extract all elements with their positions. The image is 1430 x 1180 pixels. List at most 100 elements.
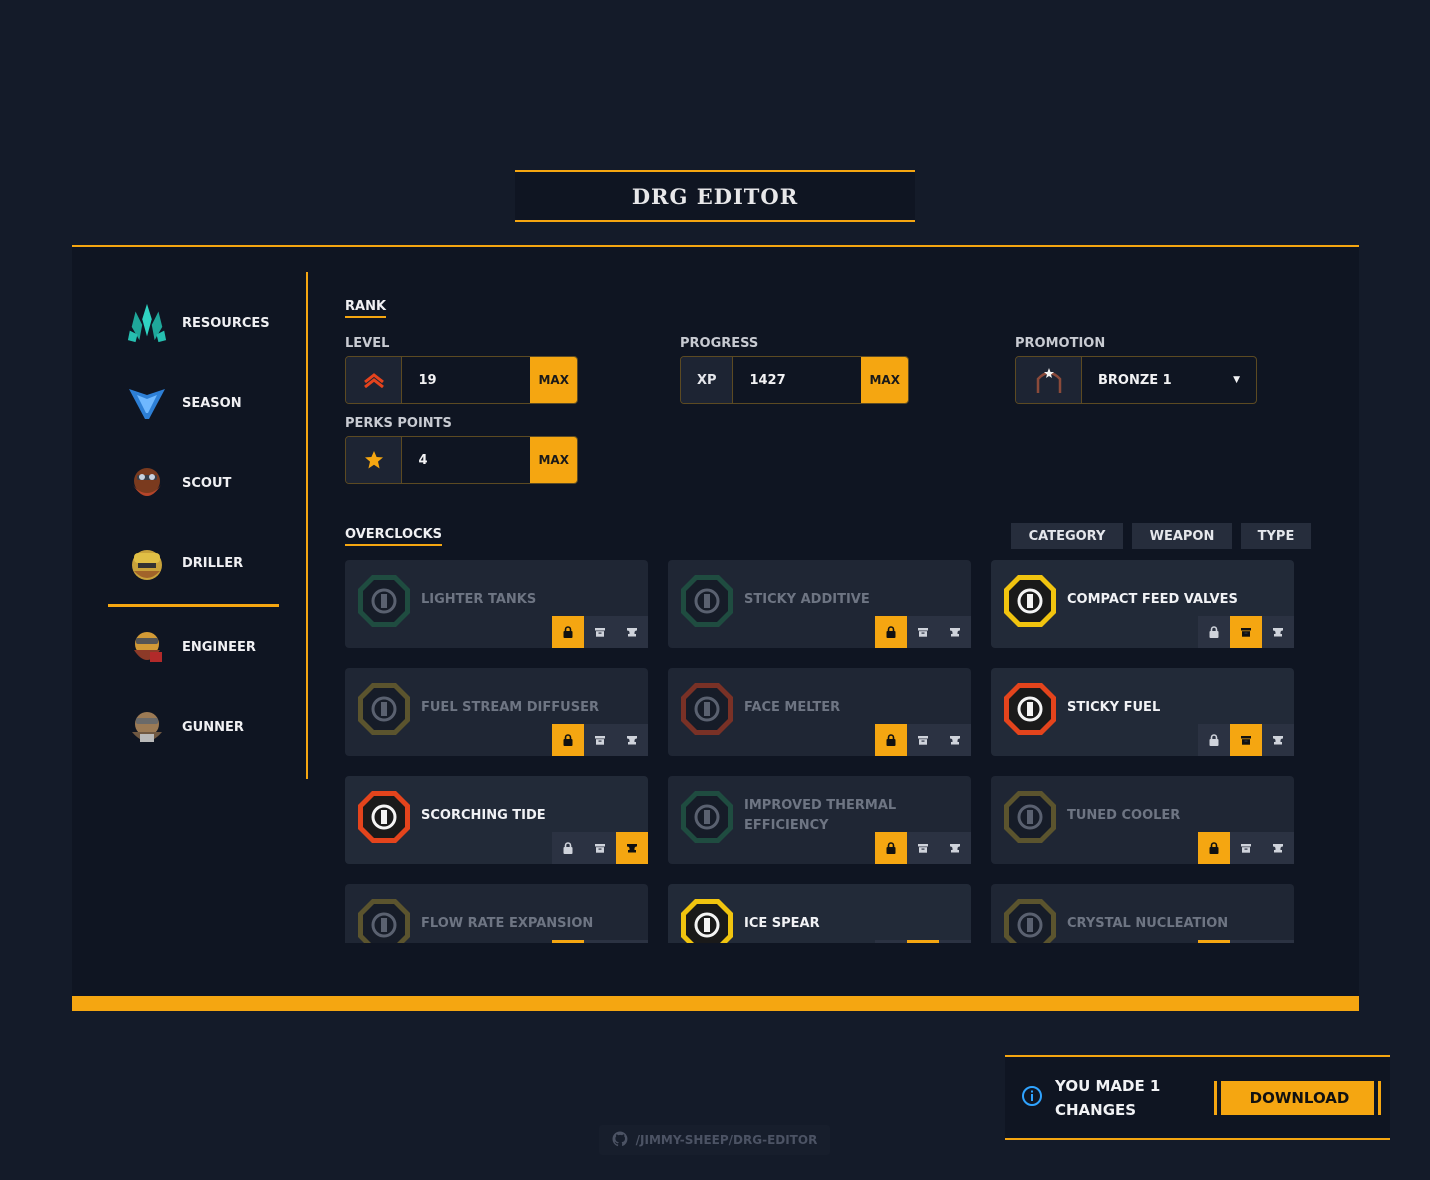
filter-type-button[interactable]: TYPE [1241, 523, 1311, 549]
overclock-actions [875, 832, 971, 864]
sidebar-item-season[interactable]: SEASON [108, 363, 279, 443]
scout-icon [126, 462, 168, 504]
lock-icon[interactable] [1198, 832, 1230, 864]
anvil-icon[interactable] [939, 724, 971, 756]
anvil-icon[interactable] [616, 724, 648, 756]
lock-icon[interactable] [1198, 724, 1230, 756]
github-icon [612, 1131, 628, 1150]
promotion-value[interactable]: BRONZE 1 ▼ [1082, 357, 1256, 403]
overclock-icon [1001, 788, 1059, 846]
crate-icon[interactable] [1230, 616, 1262, 648]
filter-category-button[interactable]: CATEGORY [1011, 523, 1123, 549]
overclock-icon [355, 896, 413, 943]
lock-icon[interactable] [875, 724, 907, 756]
overclock-card[interactable]: FACE MELTER [668, 668, 971, 756]
overclock-name: CRYSTAL NUCLEATION [1067, 916, 1229, 931]
crate-icon[interactable] [1230, 832, 1262, 864]
gunner-icon [126, 706, 168, 748]
lock-icon[interactable] [1198, 940, 1230, 943]
lock-icon[interactable] [552, 724, 584, 756]
crate-icon[interactable] [1230, 940, 1262, 943]
lock-icon[interactable] [875, 832, 907, 864]
lock-icon[interactable] [875, 940, 907, 943]
perks-max-button[interactable]: MAX [530, 437, 577, 483]
lock-icon[interactable] [552, 832, 584, 864]
lock-icon[interactable] [552, 940, 584, 943]
overclock-card[interactable]: FLOW RATE EXPANSION [345, 884, 648, 943]
overclock-card[interactable]: CRYSTAL NUCLEATION [991, 884, 1294, 943]
overclock-actions [552, 940, 648, 943]
overclock-card[interactable]: STICKY FUEL [991, 668, 1294, 756]
anvil-icon[interactable] [939, 940, 971, 943]
overclock-card[interactable]: COMPACT FEED VALVES [991, 560, 1294, 648]
progress-max-button[interactable]: MAX [861, 357, 908, 403]
crate-icon[interactable] [584, 724, 616, 756]
overclock-card[interactable]: ICE SPEAR [668, 884, 971, 943]
perks-label: PERKS POINTS [345, 416, 452, 431]
perks-input[interactable] [402, 437, 531, 483]
filter-weapon-button[interactable]: WEAPON [1132, 523, 1232, 549]
level-label: LEVEL [345, 336, 390, 351]
lock-icon[interactable] [875, 616, 907, 648]
overclock-grid: LIGHTER TANKS STICKY ADDITIVE COMPACT FEED… [345, 560, 1295, 943]
info-icon [1021, 1085, 1043, 1111]
sidebar-item-gunner[interactable]: GUNNER [108, 687, 279, 767]
level-input[interactable] [402, 357, 531, 403]
anvil-icon[interactable] [616, 832, 648, 864]
app-title: DRG Editor [631, 183, 799, 209]
github-link[interactable]: /JIMMY-SHEEP/DRG-EDITOR [599, 1125, 830, 1155]
promotion-arch-icon [1016, 357, 1082, 403]
sidebar-item-driller[interactable]: DRILLER [108, 523, 279, 607]
sidebar-item-resources[interactable]: RESOURCES [108, 283, 279, 363]
crate-icon[interactable] [907, 724, 939, 756]
overclock-name: ICE SPEAR [744, 916, 820, 931]
overclock-card[interactable]: SCORCHING TIDE [345, 776, 648, 864]
footer-bar [72, 996, 1359, 1011]
crate-icon[interactable] [584, 832, 616, 864]
anvil-icon[interactable] [939, 616, 971, 648]
chevron-down-icon: ▼ [1233, 375, 1240, 385]
crate-icon[interactable] [1230, 724, 1262, 756]
crate-icon[interactable] [907, 940, 939, 943]
overclock-icon [678, 680, 736, 738]
promotion-select[interactable]: BRONZE 1 ▼ [1015, 356, 1257, 404]
anvil-icon[interactable] [939, 832, 971, 864]
sidebar: RESOURCES SEASON SCOUT DRILLER ENGINEER … [108, 283, 279, 767]
progress-label: PROGRESS [680, 336, 759, 351]
promotion-value-text: BRONZE 1 [1098, 372, 1172, 388]
progress-input[interactable] [733, 357, 862, 403]
overclock-actions [1198, 832, 1294, 864]
anvil-icon[interactable] [616, 940, 648, 943]
overclock-icon [678, 896, 736, 943]
github-link-text: /JIMMY-SHEEP/DRG-EDITOR [635, 1133, 818, 1147]
overclock-card[interactable]: IMPROVED THERMAL EFFICIENCY [668, 776, 971, 864]
crate-icon[interactable] [584, 940, 616, 943]
overclock-actions [1198, 724, 1294, 756]
anvil-icon[interactable] [1262, 940, 1294, 943]
sidebar-item-scout[interactable]: SCOUT [108, 443, 279, 523]
star-icon [346, 437, 403, 483]
overclock-card[interactable]: TUNED COOLER [991, 776, 1294, 864]
sidebar-item-engineer[interactable]: ENGINEER [108, 607, 279, 687]
sidebar-item-label: SEASON [182, 395, 242, 411]
driller-icon [126, 543, 168, 585]
lock-icon[interactable] [552, 616, 584, 648]
overclock-actions [552, 616, 648, 648]
anvil-icon[interactable] [1262, 724, 1294, 756]
overclocks-section-title: OVERCLOCKS [345, 527, 443, 546]
crate-icon[interactable] [584, 616, 616, 648]
level-max-button[interactable]: MAX [530, 357, 577, 403]
anvil-icon[interactable] [616, 616, 648, 648]
overclock-card[interactable]: STICKY ADDITIVE [668, 560, 971, 648]
crate-icon[interactable] [907, 832, 939, 864]
crate-icon[interactable] [907, 616, 939, 648]
anvil-icon[interactable] [1262, 616, 1294, 648]
overclock-card[interactable]: FUEL STREAM DIFFUSER [345, 668, 648, 756]
lock-icon[interactable] [1198, 616, 1230, 648]
download-button[interactable]: DOWNLOAD [1221, 1081, 1374, 1115]
overclock-icon [678, 788, 736, 846]
promotion-label: PROMOTION [1015, 336, 1106, 351]
anvil-icon[interactable] [1262, 832, 1294, 864]
overclock-icon [1001, 680, 1059, 738]
overclock-card[interactable]: LIGHTER TANKS [345, 560, 648, 648]
